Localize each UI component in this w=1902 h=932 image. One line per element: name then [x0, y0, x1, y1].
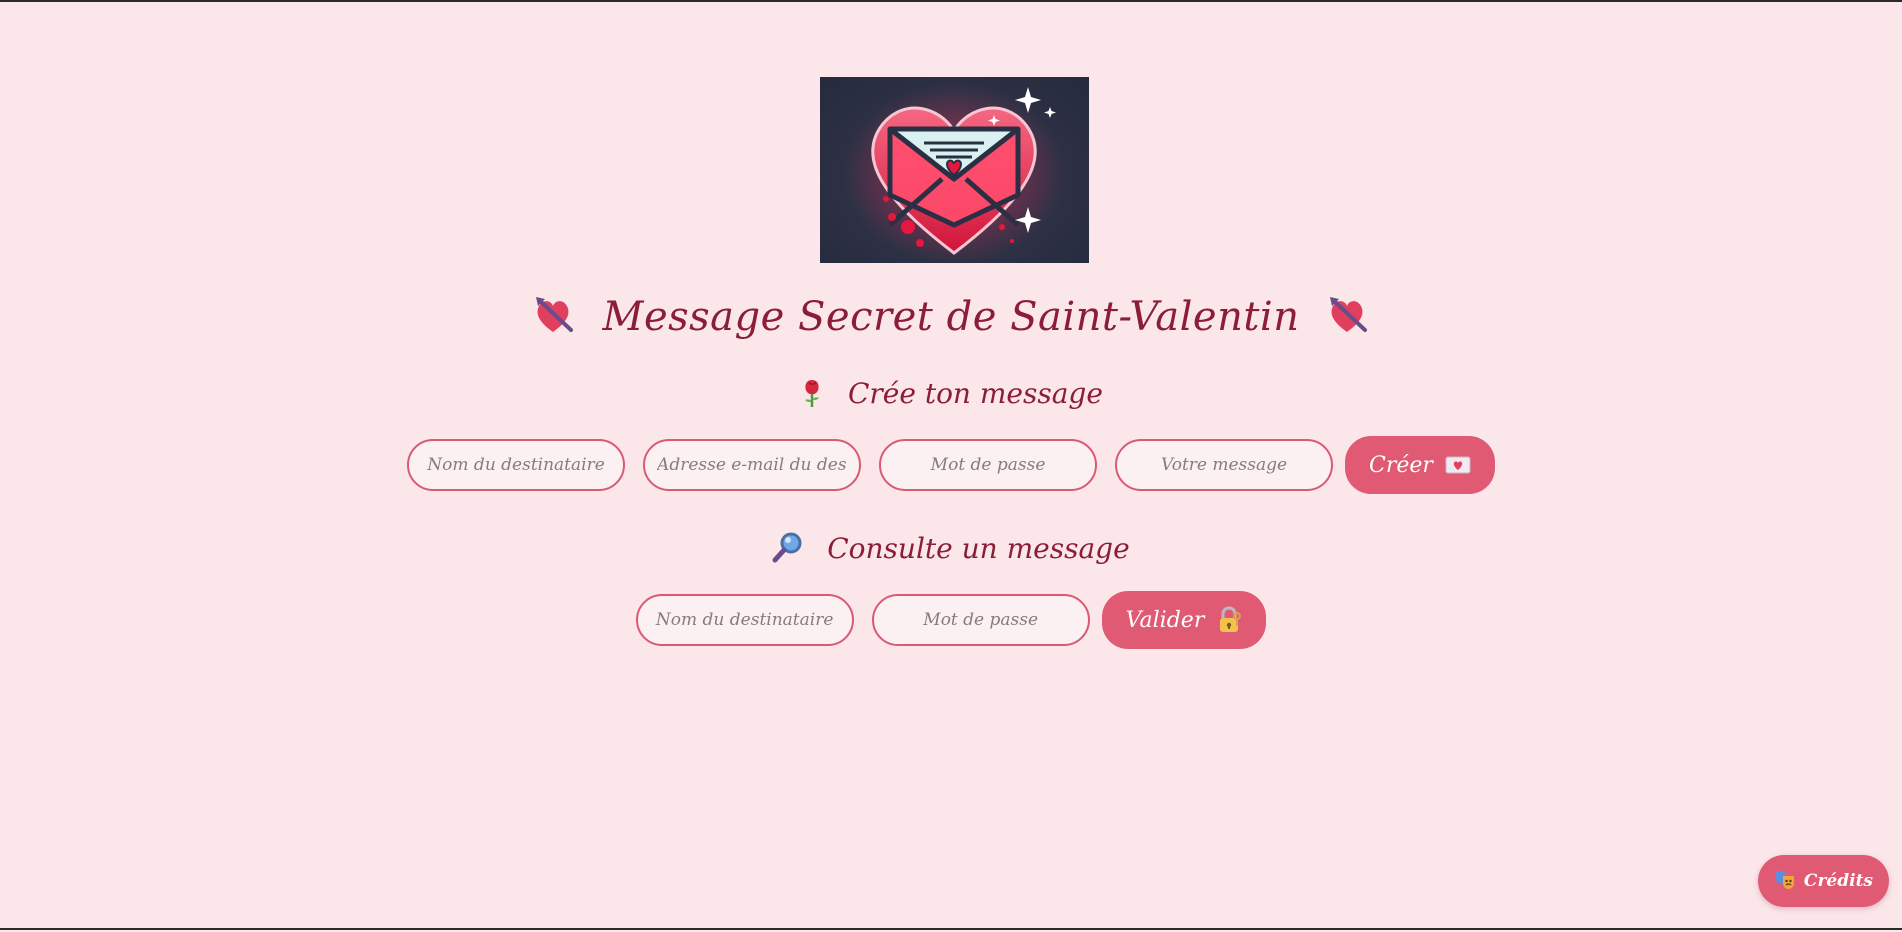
validate-button[interactable]: Valider [1101, 591, 1267, 649]
credits-label: Crédits [1803, 871, 1873, 891]
consult-heading-text: Consulte un message [827, 532, 1130, 565]
validate-button-label: Valider [1125, 607, 1205, 633]
create-message-input[interactable] [1115, 439, 1334, 491]
consult-section-heading: Consulte un message [0, 531, 1902, 570]
hero-image [820, 77, 1089, 263]
page: Message Secret de Saint-Valentin Crée to… [0, 2, 1902, 932]
heart-with-arrow-icon [533, 294, 575, 346]
theater-masks-icon [1774, 868, 1796, 895]
create-form: Créer [0, 436, 1902, 494]
consult-password-input[interactable] [871, 594, 1090, 646]
create-heading-text: Crée ton message [847, 377, 1103, 410]
create-recipient-input[interactable] [407, 439, 626, 491]
create-section-heading: Crée ton message [0, 376, 1902, 415]
envelope-heart-illustration-icon [844, 83, 1064, 263]
create-button-label: Créer [1369, 452, 1433, 478]
consult-form: Valider [0, 591, 1902, 649]
love-letter-icon [1445, 455, 1471, 475]
magnifying-glass-icon [772, 531, 804, 570]
heart-with-arrow-icon [1327, 294, 1369, 346]
lock-with-key-icon [1216, 606, 1242, 634]
credits-button[interactable]: Crédits [1757, 855, 1889, 907]
create-password-input[interactable] [879, 439, 1098, 491]
create-button[interactable]: Créer [1345, 436, 1495, 494]
page-title: Message Secret de Saint-Valentin [602, 294, 1300, 340]
rose-icon [799, 376, 825, 415]
consult-recipient-input[interactable] [635, 594, 854, 646]
create-email-input[interactable] [643, 439, 862, 491]
page-title-row: Message Secret de Saint-Valentin [0, 294, 1902, 346]
